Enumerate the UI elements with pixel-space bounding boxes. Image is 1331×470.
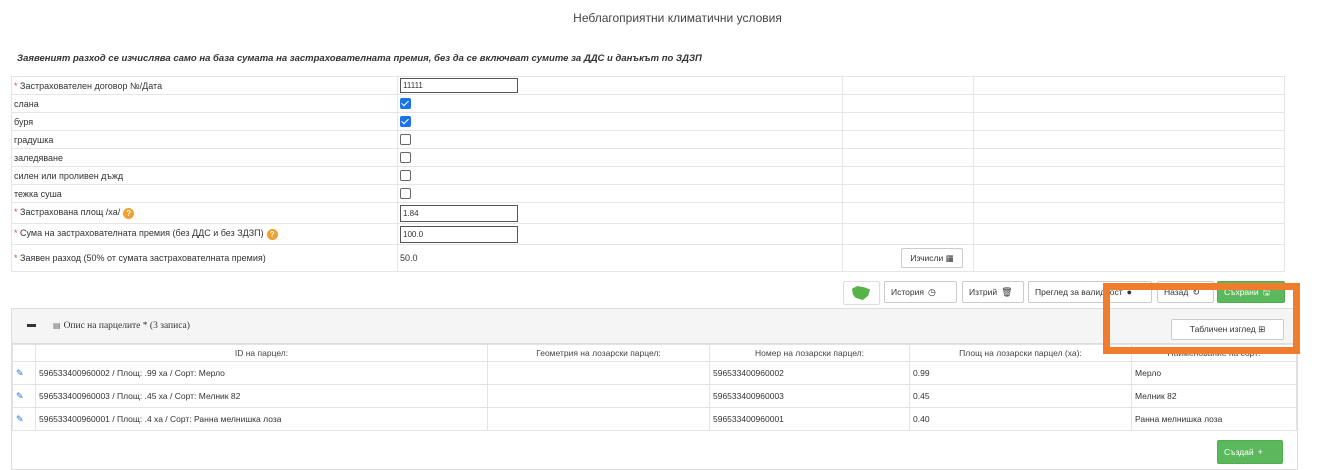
premium-input[interactable]: 100.0: [400, 225, 518, 243]
parcel-area-cell: 0.45: [909, 384, 1132, 408]
delete-button[interactable]: Изтрий 🗑: [962, 281, 1024, 303]
hazard-label: слана: [11, 94, 398, 113]
page-title: Неблагоприятни климатични условия: [573, 11, 782, 25]
parcels-panel-title: ▤ Опис на парцелите * (3 записа): [53, 321, 190, 331]
column-header: Геометрия на лозарски парцел:: [487, 344, 710, 362]
help-icon[interactable]: ?: [266, 228, 278, 240]
edit-icon[interactable]: ✎: [16, 368, 24, 378]
premium-label: Сума на застрахователната премия (без ДД…: [20, 228, 264, 239]
parcel-variety-cell: Мелник 82: [1131, 384, 1297, 408]
column-header: ID на парцел:: [35, 344, 488, 362]
area-input[interactable]: 1.84: [400, 204, 518, 222]
table-row: ✎ 596533400960001 / Площ: .4 ха / Сорт: …: [12, 407, 1297, 431]
parcel-id-cell: 596533400960003 / Площ: .45 ха / Сорт: М…: [35, 384, 488, 408]
help-icon[interactable]: ?: [123, 207, 135, 219]
parcel-id-cell: 596533400960002 / Площ: .99 ха / Сорт: М…: [35, 361, 488, 385]
claim-form: * Застрахователен договор №/Дата 11111 с…: [11, 76, 1285, 272]
hazard-label: силен или проливен дъжд: [11, 166, 398, 185]
highlight-annotation: [1103, 283, 1300, 354]
grid-icon: ▤: [53, 321, 61, 330]
hazard-checkbox-heavy-rain[interactable]: [400, 170, 411, 182]
map-button[interactable]: [843, 281, 880, 305]
parcels-table: ID на парцел: Геометрия на лозарски парц…: [12, 344, 1297, 431]
hazard-label: тежка суша: [11, 184, 398, 203]
hazard-label: заледяване: [11, 148, 398, 167]
edit-icon[interactable]: ✎: [16, 414, 24, 424]
claimed-label: Заявен разход (50% от сумата застраховат…: [20, 253, 266, 263]
parcel-number-cell: 596533400960002: [709, 361, 910, 385]
create-button[interactable]: Създай +: [1217, 440, 1283, 464]
edit-icon[interactable]: ✎: [16, 391, 24, 401]
parcel-id-cell: 596533400960001 / Площ: .4 ха / Сорт: Ра…: [35, 407, 488, 431]
parcel-geometry-cell: [487, 361, 710, 385]
calculator-icon: ▦: [945, 253, 954, 263]
parcel-variety-cell: Ранна мелнишка лоза: [1131, 407, 1297, 431]
parcel-variety-cell: Мерло: [1131, 361, 1297, 385]
table-row: ✎ 596533400960003 / Площ: .45 ха / Сорт:…: [12, 384, 1297, 408]
contract-label: Застрахователен договор №/Дата: [20, 80, 163, 91]
hazard-checkbox-hail[interactable]: [400, 134, 411, 146]
column-header: Площ на лозарски парцел (ха):: [909, 344, 1132, 362]
parcel-area-cell: 0.99: [909, 361, 1132, 385]
calculation-notice: Заявеният разход се изчислява само на ба…: [17, 53, 702, 64]
claimed-value: 50.0: [397, 244, 843, 272]
collapse-icon[interactable]: [27, 324, 36, 327]
calculate-button[interactable]: Изчисли ▦: [901, 248, 963, 268]
contract-input[interactable]: 11111: [400, 78, 518, 93]
hazard-checkbox-storm[interactable]: [400, 116, 411, 128]
hazard-checkbox-drought[interactable]: [400, 188, 411, 200]
parcel-number-cell: 596533400960003: [709, 384, 910, 408]
column-header: Номер на лозарски парцел:: [709, 344, 910, 362]
table-row: ✎ 596533400960002 / Площ: .99 ха / Сорт:…: [12, 361, 1297, 385]
hazard-checkbox-icing[interactable]: [400, 152, 411, 164]
parcel-area-cell: 0.40: [909, 407, 1132, 431]
trash-icon: 🗑: [1001, 287, 1013, 297]
map-icon: [852, 286, 870, 300]
parcel-geometry-cell: [487, 384, 710, 408]
history-button[interactable]: История ◷: [884, 281, 957, 303]
parcel-number-cell: 596533400960001: [709, 407, 910, 431]
area-label: Застрахована площ /ха/: [20, 207, 121, 218]
hazard-label: градушка: [11, 130, 398, 149]
parcel-geometry-cell: [487, 407, 710, 431]
hazard-checkbox-frost[interactable]: [400, 98, 411, 110]
clock-icon: ◷: [927, 287, 936, 297]
hazard-label: буря: [11, 112, 398, 131]
plus-icon: +: [1257, 447, 1263, 457]
